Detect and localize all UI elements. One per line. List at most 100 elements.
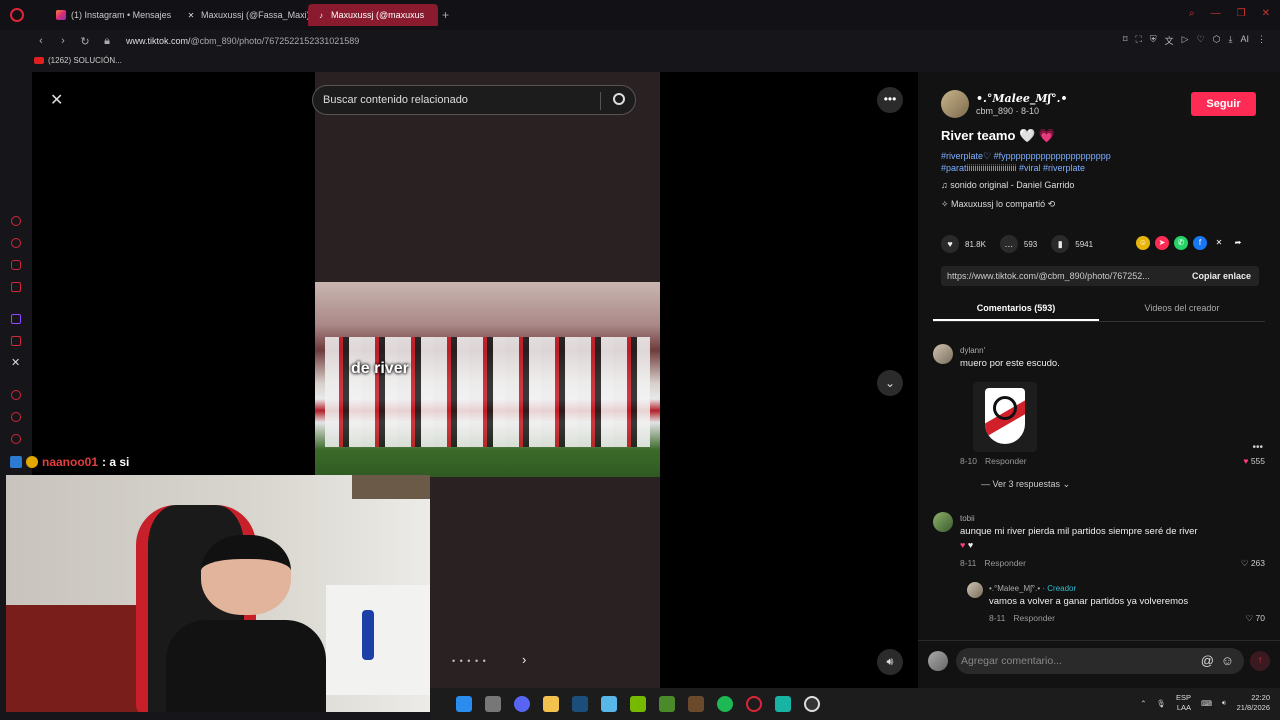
language-indicator[interactable]: ESP LAA — [1176, 693, 1191, 713]
settings-icon[interactable] — [11, 434, 21, 444]
clock[interactable]: 22:20 21/8/2026 — [1237, 693, 1270, 713]
facebook-icon[interactable]: f — [1193, 236, 1207, 250]
tab-creator-videos[interactable]: Videos del creador — [1099, 300, 1265, 321]
translate-icon[interactable]: 文 — [1165, 34, 1174, 47]
x-sidebar-icon[interactable]: ✕ — [11, 356, 20, 369]
comment-likes[interactable]: ♡ 70 — [1246, 613, 1265, 624]
tray-chevron-icon[interactable]: ⌃ — [1140, 699, 1146, 708]
commenter-avatar[interactable] — [967, 582, 983, 598]
send-comment-button[interactable]: ↑ — [1250, 651, 1270, 671]
close-window-icon[interactable]: ✕ — [1262, 8, 1270, 19]
audio-app-icon[interactable] — [775, 696, 791, 712]
network-icon[interactable]: ⌨ — [1201, 699, 1212, 708]
spotify-icon[interactable] — [717, 696, 733, 712]
reload-icon[interactable]: ↻ — [76, 35, 94, 48]
pinboard-icon[interactable] — [11, 390, 21, 400]
task-view-icon[interactable] — [485, 696, 501, 712]
steam-icon[interactable] — [572, 696, 588, 712]
maximize-icon[interactable]: ❐ — [1237, 8, 1246, 19]
hashtags-line-1[interactable]: #riverplate♡ #fyppppppppppppppppppppp — [941, 150, 1171, 162]
commenter-name[interactable]: •.°Malee_Mʃ°.• · Creador — [989, 584, 1076, 593]
commenter-avatar[interactable] — [933, 512, 953, 532]
like-icon[interactable]: ♥ — [941, 235, 959, 253]
friends-share-icon[interactable]: ☺ — [1136, 236, 1150, 250]
author-name[interactable]: •.°Malee_Mʃ°.• — [976, 92, 1068, 105]
player-icon[interactable] — [11, 282, 21, 292]
copy-link-button[interactable]: Copiar enlace — [1192, 271, 1251, 281]
comment-likes[interactable]: ♡ 263 — [1241, 558, 1265, 569]
follow-button[interactable]: Seguir — [1191, 92, 1256, 116]
hashtags-line-2[interactable]: #paratiiiiiiiiiiiiiiiiiiiiiiiii #viral #… — [941, 162, 1171, 174]
twitch-icon[interactable] — [11, 314, 21, 324]
commenter-name[interactable]: dylann' — [960, 346, 985, 355]
more-options-button[interactable]: ••• — [877, 87, 903, 113]
comment-input[interactable]: Agregar comentario... @ ☺ — [956, 648, 1244, 674]
minimize-icon[interactable]: — — [1211, 8, 1221, 19]
tab-x[interactable]: ✕ Maxuxussj (@Fassa_Maxi) — [178, 4, 308, 26]
file-explorer-icon[interactable] — [543, 696, 559, 712]
mention-icon[interactable]: @ — [1201, 648, 1214, 674]
volume-tray-icon[interactable]: 🔉︎ — [1222, 698, 1227, 708]
search-icon[interactable] — [613, 93, 625, 105]
post-link-box[interactable]: https://www.tiktok.com/@cbm_890/photo/76… — [941, 266, 1259, 286]
opera-logo-icon[interactable] — [10, 8, 24, 22]
heart-icon[interactable]: ♡ — [1197, 34, 1205, 47]
save-icon[interactable]: ▮ — [1051, 235, 1070, 253]
bookmark-item[interactable]: (1262) SOLUCIÓN... — [48, 56, 122, 65]
search-tabs-icon[interactable]: ⌕ — [1189, 8, 1195, 19]
share-arrow-icon[interactable]: ➦ — [1231, 236, 1245, 250]
messenger-icon[interactable] — [11, 238, 21, 248]
discord-icon[interactable] — [514, 696, 530, 712]
x-share-icon[interactable]: ✕ — [1212, 236, 1226, 250]
menu-icon[interactable]: ⋮ — [1257, 34, 1266, 47]
play-icon[interactable]: ▷ — [1182, 34, 1189, 47]
emoji-icon[interactable]: ☺ — [1221, 648, 1234, 674]
next-photo-icon[interactable]: › — [522, 652, 526, 667]
next-video-button[interactable]: ⌄ — [877, 370, 903, 396]
view-replies-button[interactable]: — Ver 3 respuestas ⌄ — [981, 479, 1070, 490]
snapshot-icon[interactable]: ⛶ — [1136, 34, 1142, 47]
reply-button[interactable]: Responder — [1013, 613, 1055, 623]
related-search-input[interactable]: Buscar contenido relacionado — [312, 85, 636, 115]
history-icon[interactable] — [11, 216, 21, 226]
clock-icon[interactable] — [11, 412, 21, 422]
mic-icon[interactable]: 🎙︎ — [1157, 699, 1167, 708]
reply-button[interactable]: Responder — [985, 456, 1027, 466]
tab-comments[interactable]: Comentarios (593) — [933, 300, 1099, 321]
minecraft-launcher-icon[interactable] — [688, 696, 704, 712]
tab-instagram[interactable]: (1) Instagram • Mensajes — [48, 4, 178, 26]
extensions-icon[interactable]: ⬡ — [1213, 34, 1221, 47]
obs-icon[interactable] — [804, 696, 820, 712]
volume-button[interactable]: 🔊︎ — [877, 649, 903, 675]
comment-icon[interactable]: … — [999, 235, 1018, 253]
comment-options-icon[interactable]: ••• — [1252, 442, 1263, 453]
reply-button[interactable]: Responder — [984, 558, 1026, 568]
download-icon[interactable]: ⤓ — [1229, 34, 1233, 47]
send-share-icon[interactable]: ➤ — [1155, 236, 1169, 250]
bookmark-icon[interactable]: ⌑ — [1123, 34, 1128, 47]
post-photo[interactable]: de river — [315, 282, 660, 477]
tab-tiktok[interactable]: ♪ Maxuxussj (@maxuxus — [308, 4, 438, 26]
post-hashtags[interactable]: #riverplate♡ #fyppppppppppppppppppppp #p… — [941, 150, 1171, 174]
windows-start-icon[interactable] — [456, 696, 472, 712]
commenter-name[interactable]: tobii — [960, 514, 975, 523]
instagram-sidebar-icon[interactable] — [11, 260, 21, 270]
back-icon[interactable]: ‹ — [32, 35, 50, 47]
comment-likes[interactable]: ♥ 555 — [1243, 456, 1265, 466]
url-field[interactable]: www.tiktok.com/@cbm_890/photo/7672522152… — [126, 36, 359, 46]
sound-link[interactable]: ♫ sonido original - Daniel Garrido — [941, 180, 1074, 190]
ai-icon[interactable]: AI — [1240, 34, 1249, 47]
discord-sidebar-icon[interactable] — [11, 336, 21, 346]
notepad-icon[interactable] — [601, 696, 617, 712]
whatsapp-icon[interactable]: ✆ — [1174, 236, 1188, 250]
commenter-avatar[interactable] — [933, 344, 953, 364]
forward-icon[interactable]: › — [54, 35, 72, 47]
photo-carousel-dots[interactable]: • • • • • — [452, 656, 487, 666]
close-icon[interactable]: ✕ — [50, 90, 63, 110]
nvidia-icon[interactable] — [630, 696, 646, 712]
opera-taskbar-icon[interactable] — [746, 696, 762, 712]
shield-icon[interactable]: ⛨ — [1150, 34, 1157, 47]
minecraft-icon[interactable] — [659, 696, 675, 712]
author-avatar[interactable] — [941, 90, 969, 118]
new-tab-button[interactable]: + — [442, 8, 449, 22]
